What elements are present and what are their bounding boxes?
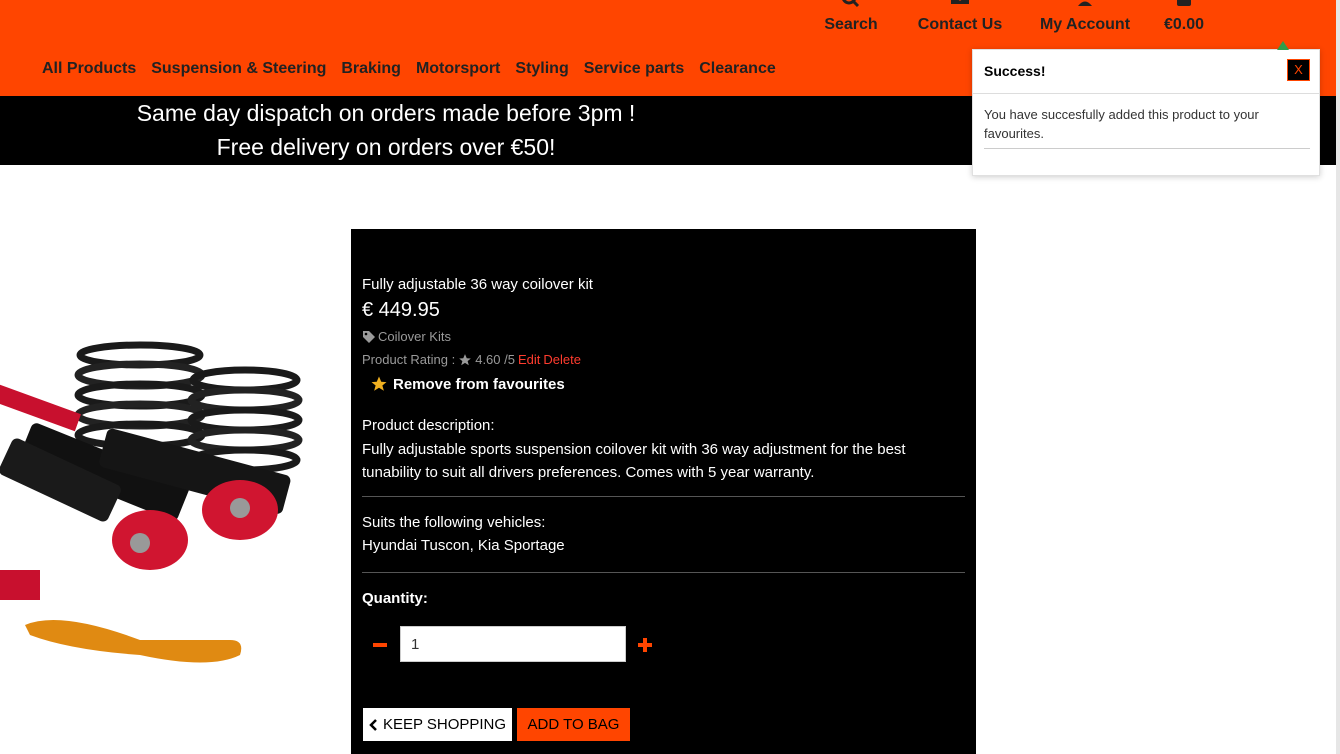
toast-arrow: [1277, 41, 1289, 50]
keep-shopping-label: KEEP SHOPPING: [382, 716, 507, 733]
toast-progress-line: [984, 148, 1310, 149]
product-category: Coilover Kits: [378, 329, 451, 344]
suits-heading: Suits the following vehicles:: [362, 514, 546, 531]
divider: [362, 572, 965, 573]
product-details-panel: Fully adjustable 36 way coilover kit € 4…: [351, 229, 976, 754]
star-icon: [459, 353, 472, 365]
toast-title: Success!: [984, 63, 1046, 79]
toast-close-button[interactable]: X: [1287, 59, 1310, 81]
quantity-label: Quantity:: [362, 590, 428, 607]
product-rating: Product Rating : 4.60 /5 Edit Delete: [362, 352, 581, 367]
nav-service-parts[interactable]: Service parts: [584, 60, 685, 78]
product-image: [0, 341, 303, 663]
contact-link[interactable]: Contact Us: [900, 0, 1020, 40]
toast-header: Success! X: [973, 50, 1319, 94]
header-links: Search Contact Us My Account €0.00: [820, 0, 1214, 40]
rating-label: Product Rating :: [362, 352, 456, 367]
success-toast: Success! X You have succesfully added th…: [972, 41, 1320, 176]
product-description: Fully adjustable sports suspension coilo…: [362, 441, 906, 481]
remove-favourite-label: Remove from favourites: [393, 375, 565, 393]
add-to-bag-label: ADD TO BAG: [527, 716, 620, 733]
shopping-bag-icon: [1177, 0, 1191, 6]
chevron-left-icon: [369, 718, 377, 731]
suits-vehicles: Hyundai Tuscon, Kia Sportage: [362, 537, 565, 554]
bag-total: €0.00: [1163, 16, 1205, 33]
increment-quantity-button[interactable]: [628, 629, 662, 659]
nav-braking[interactable]: Braking: [341, 60, 401, 78]
nav-styling[interactable]: Styling: [515, 60, 568, 78]
keep-shopping-button[interactable]: KEEP SHOPPING: [363, 708, 512, 741]
toast-message: You have succesfully added this product …: [984, 107, 1259, 141]
search-link[interactable]: Search: [820, 0, 882, 40]
nav-suspension-steering[interactable]: Suspension & Steering: [151, 60, 326, 78]
decrement-quantity-button[interactable]: [363, 629, 397, 659]
envelope-icon: [951, 0, 969, 4]
tag-icon: [363, 330, 375, 343]
nav-motorsport[interactable]: Motorsport: [416, 60, 500, 78]
main-nav: All Products Suspension & Steering Braki…: [42, 60, 791, 78]
edit-link[interactable]: Edit: [518, 352, 540, 367]
bag-link[interactable]: €0.00: [1154, 0, 1214, 40]
delete-link[interactable]: Delete: [543, 352, 581, 367]
minus-icon: [373, 643, 387, 647]
scrollbar[interactable]: [1336, 0, 1340, 754]
product-name: Fully adjustable 36 way coilover kit: [362, 276, 593, 293]
remove-favourite-button[interactable]: Remove from favourites: [370, 375, 565, 393]
product-category-link[interactable]: Coilover Kits: [362, 329, 451, 344]
star-icon: [371, 376, 387, 391]
account-link[interactable]: My Account: [1028, 0, 1142, 40]
rating-value: 4.60 /5: [475, 352, 515, 367]
search-icon: [842, 0, 860, 8]
plus-icon: [638, 638, 652, 652]
user-icon: [1078, 1, 1092, 6]
contact-label: Contact Us: [917, 16, 1003, 33]
product-price: € 449.95: [362, 299, 440, 321]
quantity-input[interactable]: [400, 626, 626, 662]
add-to-bag-button[interactable]: ADD TO BAG: [517, 708, 630, 741]
search-label: Search: [824, 16, 878, 33]
banner-delivery-text: Free delivery on orders over €50!: [216, 134, 556, 160]
banner-dispatch-text: Same day dispatch on orders made before …: [136, 100, 636, 126]
nav-all-products[interactable]: All Products: [42, 60, 136, 78]
divider: [362, 496, 965, 497]
description-heading: Product description:: [362, 417, 495, 434]
nav-clearance[interactable]: Clearance: [699, 60, 776, 78]
account-label: My Account: [1039, 16, 1131, 33]
